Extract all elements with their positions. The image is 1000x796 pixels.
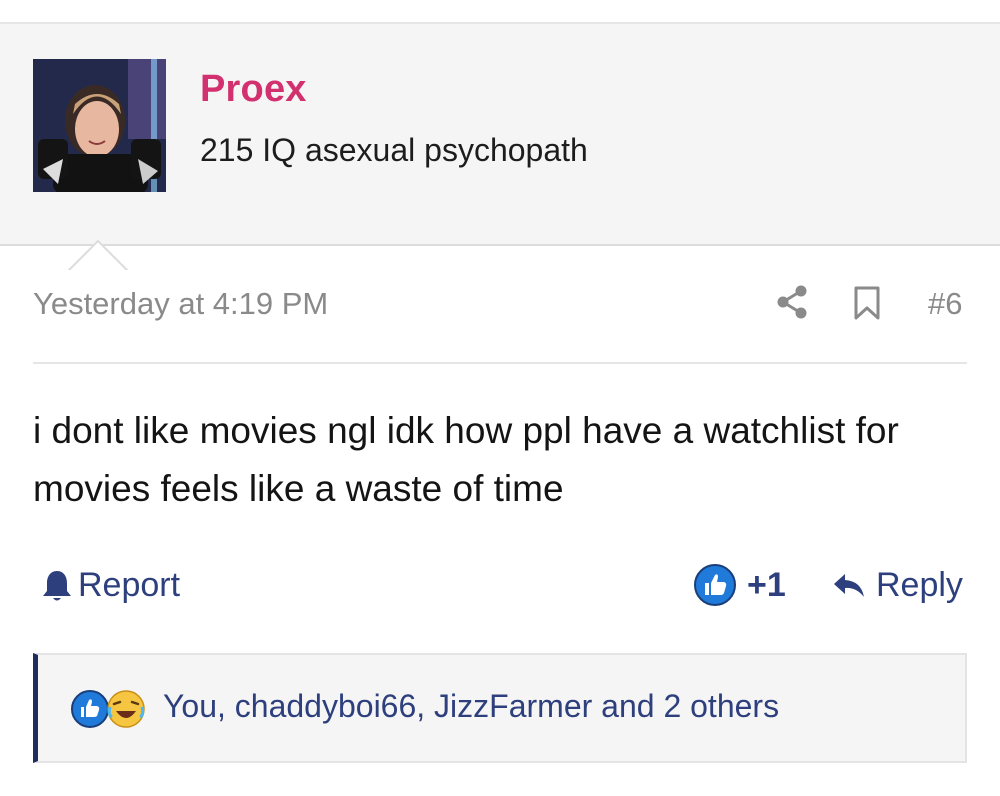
- reply-button[interactable]: Reply: [832, 566, 963, 605]
- bell-icon: [43, 570, 71, 600]
- bookmark-icon[interactable]: [853, 286, 881, 320]
- report-button[interactable]: Report: [40, 566, 180, 605]
- post-body: i dont like movies ngl idk how ppl have …: [33, 410, 899, 509]
- thumbs-up-icon: [71, 690, 109, 728]
- avatar-photo-icon: [33, 59, 166, 192]
- reaction-icons: [71, 690, 145, 728]
- post-number[interactable]: #6: [928, 286, 962, 322]
- like-count: +1: [747, 565, 786, 604]
- reactions-summary[interactable]: You, chaddyboi66, JizzFarmer and 2 other…: [163, 688, 779, 725]
- thumbs-up-icon: [694, 564, 736, 606]
- report-label: Report: [78, 566, 181, 604]
- reply-arrow-icon: [834, 573, 864, 597]
- share-icon[interactable]: [776, 285, 808, 319]
- post-timestamp[interactable]: Yesterday at 4:19 PM: [33, 286, 328, 322]
- forum-post-page: Proex 215 IQ asexual psychopath Yesterda…: [0, 0, 1000, 796]
- reactions-bar: You, chaddyboi66, JizzFarmer and 2 other…: [33, 653, 967, 763]
- post-author-header: Proex 215 IQ asexual psychopath: [0, 22, 1000, 272]
- meta-divider: [33, 362, 967, 364]
- like-button[interactable]: +1: [693, 563, 786, 607]
- username[interactable]: Proex: [200, 68, 307, 111]
- reply-label: Reply: [876, 566, 963, 604]
- laughing-face-icon: [107, 690, 145, 728]
- callout-arrow: [68, 240, 128, 272]
- user-avatar[interactable]: [33, 59, 166, 192]
- user-title: 215 IQ asexual psychopath: [200, 132, 588, 168]
